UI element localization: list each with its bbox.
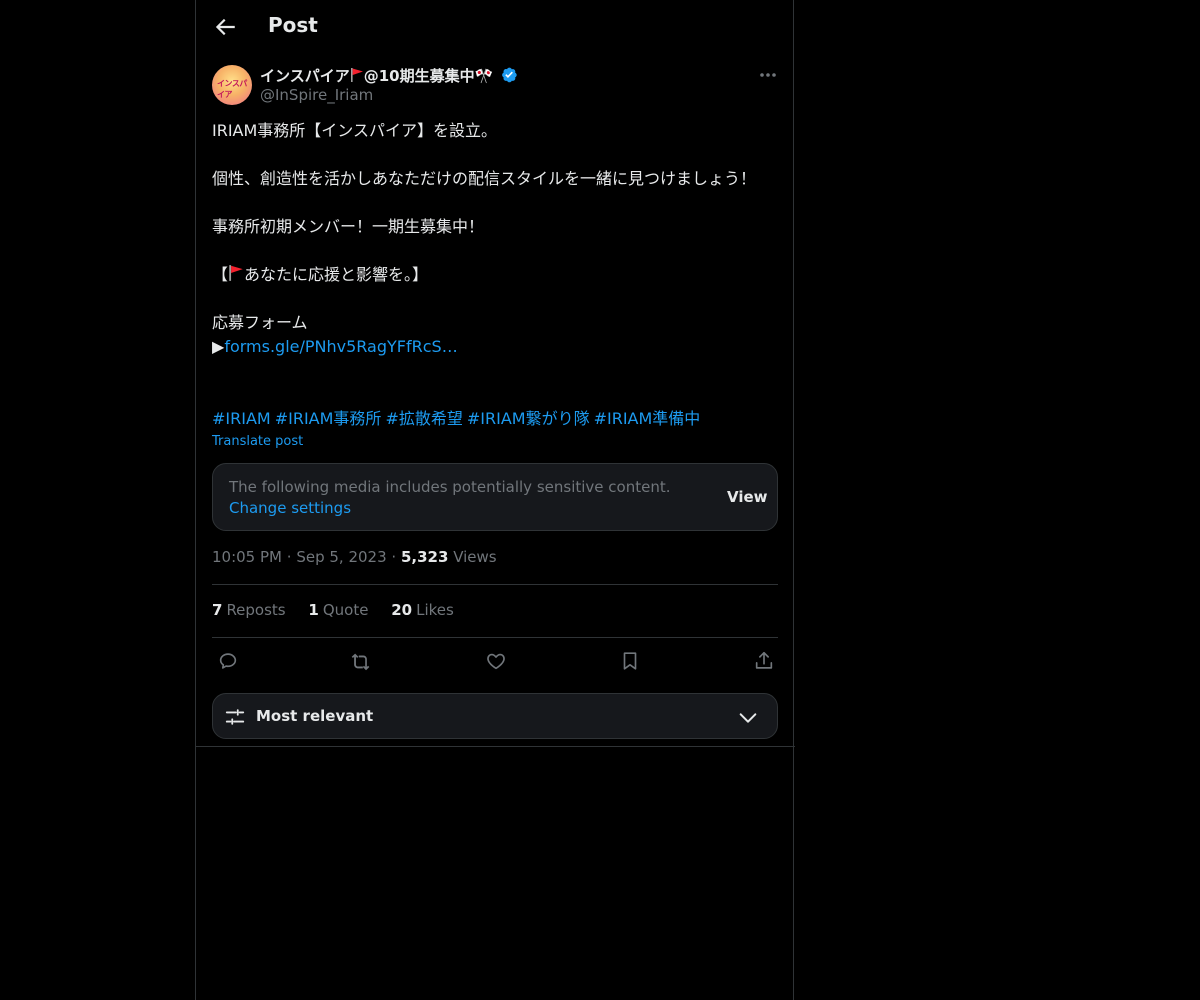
share-button[interactable] xyxy=(753,650,775,672)
arrow-left-icon xyxy=(215,18,235,36)
divider xyxy=(212,584,778,585)
author-name-prefix: インスパイア xyxy=(260,67,350,85)
likes-stat[interactable]: 20 Likes xyxy=(391,601,454,619)
change-settings-link[interactable]: Change settings xyxy=(229,499,351,517)
heart-icon xyxy=(487,653,505,670)
sensitive-media-notice: The following media includes potentially… xyxy=(212,463,778,531)
translate-post-link[interactable]: Translate post xyxy=(212,434,303,449)
hashtag-link[interactable]: #IRIAM準備中 xyxy=(594,409,701,428)
bookmark-icon xyxy=(623,652,637,670)
reposts-stat[interactable]: 7 Reposts xyxy=(212,601,286,619)
more-options-button[interactable] xyxy=(756,66,780,84)
sort-selected-label: Most relevant xyxy=(256,707,374,725)
divider xyxy=(212,637,778,638)
verified-badge-icon xyxy=(502,67,517,83)
author-name-suffix: @10期生募集中 xyxy=(363,67,475,85)
quotes-label: Quote xyxy=(322,601,369,619)
view-media-button[interactable]: View xyxy=(727,488,768,506)
hashtag-link[interactable]: #IRIAM繋がり隊 xyxy=(467,409,590,428)
bookmark-button[interactable] xyxy=(619,650,641,672)
post-line: IRIAM事務所【インスパイア】を設立。 xyxy=(212,121,497,140)
avatar-logo-text: インスパイア xyxy=(217,79,247,99)
hashtag-link[interactable]: #IRIAM xyxy=(212,409,271,428)
like-button[interactable] xyxy=(485,650,507,672)
reply-sort-dropdown[interactable]: Most relevant xyxy=(212,693,778,739)
sensitive-warning-text: The following media includes potentially… xyxy=(229,478,671,496)
crossed-flags-emoji: 🎌 xyxy=(474,67,494,85)
meta-separator: · xyxy=(391,548,397,566)
hashtag-link[interactable]: #IRIAM事務所 xyxy=(275,409,382,428)
repost-icon xyxy=(351,653,370,671)
reposts-count: 7 xyxy=(212,601,223,619)
form-link[interactable]: forms.gle/PNhv5RagYFfRcS… xyxy=(224,337,457,356)
red-flag-icon xyxy=(350,68,363,82)
post-line-prefix: 【 xyxy=(212,265,229,284)
likes-count: 20 xyxy=(391,601,413,619)
meta-separator: · xyxy=(286,548,292,566)
post-line: 応募フォーム xyxy=(212,313,308,332)
post-line: 個性、創造性を活かしあなただけの配信スタイルを一緒に見つけましょう！ xyxy=(212,169,757,188)
reply-button[interactable] xyxy=(217,650,239,672)
post-time[interactable]: 10:05 PM xyxy=(212,548,282,566)
likes-label: Likes xyxy=(416,601,454,619)
hashtag-link[interactable]: #拡散希望 xyxy=(385,409,462,428)
views-label: Views xyxy=(453,548,497,566)
avatar[interactable]: インスパイア xyxy=(212,65,252,105)
header: Post xyxy=(196,0,795,54)
reply-icon xyxy=(219,653,237,669)
sliders-icon xyxy=(225,709,245,725)
author-display-name[interactable]: インスパイア @10期生募集中🎌 xyxy=(260,65,493,86)
red-flag-icon xyxy=(229,265,243,281)
divider xyxy=(196,746,795,747)
repost-button[interactable] xyxy=(351,650,373,672)
quotes-stat[interactable]: 1 Quote xyxy=(308,601,368,619)
views-count: 5,323 xyxy=(400,548,449,566)
share-icon xyxy=(755,651,773,669)
post-column: Post インスパイア インスパイア @10期生募集中🎌 @InSpire_Iri… xyxy=(195,0,795,1000)
reposts-label: Reposts xyxy=(226,601,286,619)
post-link-line: ▶forms.gle/PNhv5RagYFfRcS… xyxy=(212,335,772,359)
engagement-stats: 7 Reposts 1 Quote 20 Likes xyxy=(212,601,472,619)
back-button[interactable] xyxy=(212,14,238,40)
post-line: 事務所初期メンバー！一期生募集中！ xyxy=(212,217,485,236)
quotes-count: 1 xyxy=(308,601,319,619)
post-line: 【あなたに応援と影響を。】 xyxy=(212,263,772,287)
sensitive-media-text: The following media includes potentially… xyxy=(229,477,709,519)
post-date[interactable]: Sep 5, 2023 xyxy=(296,548,386,566)
post-metadata: 10:05 PM · Sep 5, 2023 · 5,323 Views xyxy=(212,548,497,566)
play-arrow-glyph: ▶ xyxy=(212,337,225,356)
post-line-suffix: あなたに応援と影響を。】 xyxy=(244,265,429,284)
hashtag-list: #IRIAM #IRIAM事務所 #拡散希望 #IRIAM繋がり隊 #IRIAM準備中 xyxy=(212,407,704,431)
author-handle[interactable]: @InSpire_Iriam xyxy=(260,86,373,104)
post-body: IRIAM事務所【インスパイア】を設立。 個性、創造性を活かしあなただけの配信ス… xyxy=(212,119,772,359)
page-title: Post xyxy=(268,13,318,37)
more-horizontal-icon xyxy=(760,73,776,77)
chevron-down-icon xyxy=(739,713,757,723)
